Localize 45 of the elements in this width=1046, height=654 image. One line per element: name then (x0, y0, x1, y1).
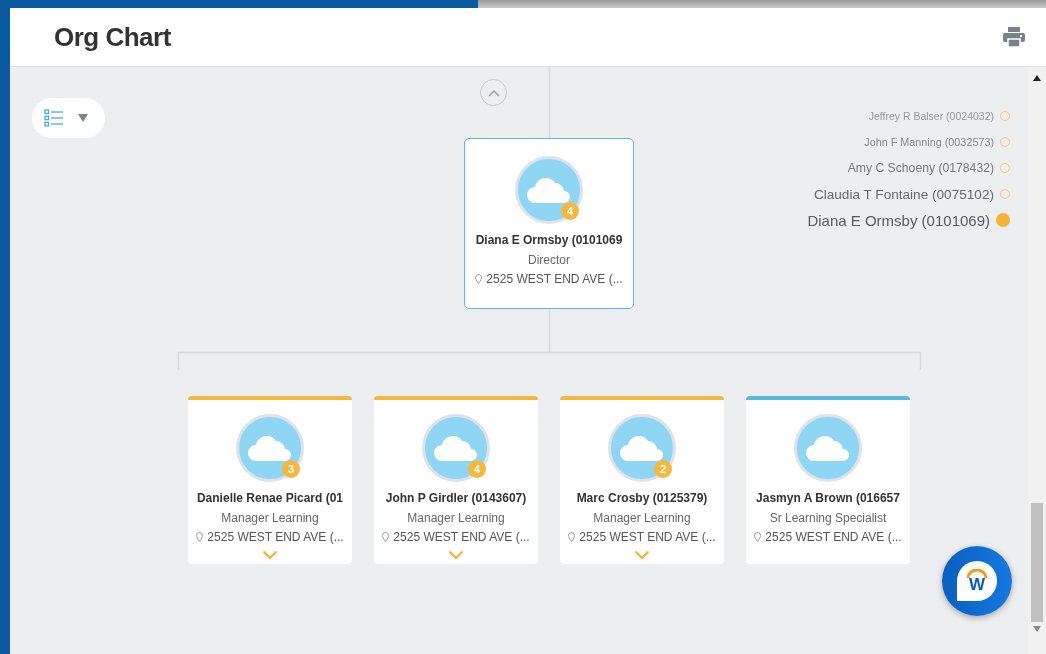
location-pin-icon (475, 274, 483, 284)
job-title: Sr Learning Specialist (769, 511, 887, 525)
print-icon[interactable] (1002, 26, 1026, 48)
chevron-down-icon[interactable] (448, 550, 464, 560)
location-text: 2525 WEST END AVE (... (486, 272, 623, 286)
level-dot[interactable] (996, 213, 1010, 227)
job-title: Manager Learning (593, 511, 691, 525)
location-text: 2525 WEST END AVE (... (207, 530, 344, 544)
manager-card[interactable]: 4 Diana E Ormsby (0101069 Director 2525 WEST END AVE (... (464, 138, 634, 309)
location-text: 2525 WEST END AVE (... (579, 530, 716, 544)
employee-name: Marc Crosby (0125379) (576, 491, 708, 505)
arc-icon (966, 569, 988, 579)
expand-up-button[interactable] (480, 79, 507, 106)
list-icon (44, 109, 64, 127)
employee-card[interactable]: 3 Danielle Renae Picard (01 Manager Learning 2525 WEST END AVE (... (188, 396, 352, 564)
location-text: 2525 WEST END AVE (... (765, 530, 902, 544)
job-title: Manager Learning (407, 511, 505, 525)
employee-name: Danielle Renae Picard (01 (196, 491, 344, 505)
employee-card[interactable]: 4 John P Girdler (0143607) Manager Learning 2525 WEST END AVE (... (374, 396, 538, 564)
location-text: 2525 WEST END AVE (... (393, 530, 530, 544)
view-menu-button[interactable] (32, 98, 105, 138)
caret-icon (78, 114, 88, 122)
employee-card[interactable]: 2 Marc Crosby (0125379) Manager Learning 2525 WEST END AVE (... (560, 396, 724, 564)
location-pin-icon (568, 532, 576, 542)
employee-name: John P Girdler (0143607) (385, 491, 527, 505)
employee-name: Jasmyn A Brown (016657 (756, 491, 900, 505)
employee-name: Diana E Ormsby (0101069 (475, 233, 623, 247)
chevron-down-icon[interactable] (634, 550, 650, 560)
chevron-down-icon[interactable] (262, 550, 278, 560)
breadcrumb-name[interactable]: Claudia T Fontaine (0075102) (813, 186, 994, 202)
job-title: Director (528, 253, 570, 267)
chevron-up-icon (487, 88, 500, 97)
employee-card[interactable]: Jasmyn A Brown (016657 Sr Learning Specialist 2525 WEST END AVE (... (746, 396, 910, 564)
breadcrumb-name[interactable]: John F Manning (0032573) (864, 136, 994, 148)
location-pin-icon (382, 532, 390, 542)
breadcrumb-name[interactable]: Amy C Schoeny (0178432) (847, 161, 994, 175)
scroll-up-icon[interactable] (1033, 75, 1041, 81)
location-pin-icon (754, 532, 762, 542)
scrollbar-thumb[interactable] (1031, 503, 1043, 622)
job-title: Manager Learning (221, 511, 319, 525)
chat-button[interactable]: W (942, 546, 1012, 616)
scroll-down-icon[interactable] (1033, 626, 1041, 632)
breadcrumb-name[interactable]: Diana E Ormsby (0101069) (807, 211, 990, 229)
page-title: Org Chart (54, 21, 171, 53)
location-pin-icon (196, 532, 204, 542)
